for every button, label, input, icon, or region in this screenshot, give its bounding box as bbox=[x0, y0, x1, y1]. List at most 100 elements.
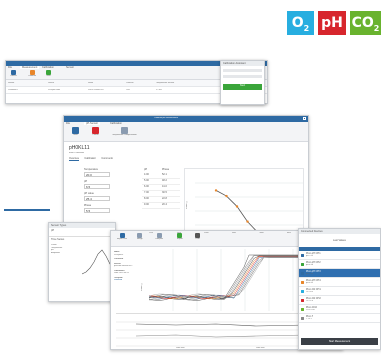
sensor-types-window: Sensor Types pH Time Series Phase Temper… bbox=[48, 222, 116, 302]
device-value: pH 6.95 bbox=[306, 282, 314, 285]
close-icon[interactable] bbox=[303, 117, 306, 120]
comment-text[interactable]: Enter a comment bbox=[69, 152, 84, 155]
list-item[interactable]: Pico-pH CH1 pH 7.05 bbox=[299, 251, 380, 260]
tab-file[interactable]: File bbox=[66, 122, 70, 125]
x-axis-label: Date time bbox=[256, 346, 265, 349]
tab-calibration[interactable]: Calibration bbox=[42, 66, 54, 69]
tab-file[interactable]: File bbox=[8, 66, 12, 69]
cancel-icon bbox=[92, 127, 99, 134]
cancel-button[interactable]: Cancel bbox=[92, 127, 99, 137]
status-dot bbox=[301, 289, 304, 293]
list-item[interactable]: Pico-O2 CH1 O2 20.9 bbox=[299, 287, 380, 296]
status-dot bbox=[301, 262, 304, 266]
ph-input[interactable]: 6.5 bbox=[84, 184, 110, 189]
tab-calibration[interactable]: Calibration bbox=[110, 122, 122, 125]
temperature-label: Temperature bbox=[84, 168, 99, 171]
calibration-point[interactable] bbox=[214, 189, 218, 192]
spectra-chart bbox=[148, 249, 319, 311]
table-cell: 41.0 bbox=[162, 185, 167, 188]
calibration-table: pH Phase 4.00 52.1 5.00 48.2 6.00 41.0 7.00 30.… bbox=[142, 168, 180, 214]
phase-label: Phase bbox=[84, 204, 92, 207]
subtab-overview[interactable]: Overview bbox=[69, 157, 80, 161]
list-item[interactable]: Pico-O2 CH2 O2 21.0 bbox=[299, 296, 380, 305]
time-series-chart bbox=[116, 321, 316, 347]
calibration-point[interactable] bbox=[246, 220, 249, 223]
ribbon: File pH-Sensor Calibration Save Cancel T… bbox=[64, 122, 308, 142]
calibration-point[interactable] bbox=[235, 205, 239, 208]
device-value: pH 7.05 bbox=[306, 255, 314, 258]
status-dot bbox=[301, 280, 304, 284]
import-data-button[interactable]: Import Data bbox=[117, 233, 127, 241]
tab-measurement[interactable]: Measurement bbox=[20, 66, 40, 69]
table-cell: 8.00 bbox=[144, 197, 149, 200]
legend-list: Phase Temperature pH Amplitude bbox=[51, 244, 63, 254]
list-item[interactable]: Pico-T T 25.1 bbox=[299, 314, 380, 323]
subtab-calibration[interactable]: Calibration bbox=[84, 157, 96, 161]
table-cell: 7.00 bbox=[144, 191, 149, 194]
o2-logo: O2 bbox=[287, 11, 314, 35]
field-panel: Temperature 20.0 pH 6.5 pH value 25.4 Ph… bbox=[70, 168, 134, 228]
time-series-panel: Date time Date time bbox=[116, 313, 316, 349]
table-cell: 20.4 bbox=[162, 203, 167, 206]
sensor-type-value[interactable]: pH bbox=[49, 228, 115, 233]
table-cell: 48.2 bbox=[162, 179, 167, 182]
x-axis-label: Date time bbox=[176, 346, 185, 349]
save-icon bbox=[72, 127, 79, 134]
tab-sensor[interactable]: Sensor bbox=[66, 66, 74, 69]
next-button[interactable]: Next bbox=[223, 84, 262, 90]
info-panel: Name Pico-pH01 Comment Sensor pH-Flow sens… bbox=[114, 251, 133, 281]
device-value: T 25.1 bbox=[306, 318, 312, 321]
table-cell: 5.00 bbox=[144, 179, 149, 182]
ph-value-label: pH value bbox=[84, 192, 94, 195]
start-measurement-button[interactable]: Start Measurement bbox=[301, 338, 378, 345]
divider bbox=[4, 209, 50, 211]
calibrate-button[interactable]: Calibrate bbox=[28, 70, 36, 78]
status-dot bbox=[301, 307, 304, 311]
calibration-assistant-panel: Calibration Assistant Next bbox=[220, 60, 265, 105]
list-item[interactable]: Pico-pH CH2 pH 6.98 bbox=[299, 260, 380, 269]
table-cell: 9.00 bbox=[144, 203, 149, 206]
start-button[interactable]: Start bbox=[46, 70, 51, 78]
sensor-id: pH0KL11 bbox=[69, 145, 90, 151]
status-dot bbox=[301, 271, 304, 275]
calibration-point[interactable] bbox=[225, 194, 228, 198]
phase-input[interactable]: 5.5 bbox=[84, 208, 110, 213]
list-item[interactable]: Pico-pH CH4 pH 6.95 bbox=[299, 278, 380, 287]
save-button[interactable]: Save bbox=[72, 127, 79, 137]
mini-chart bbox=[82, 249, 113, 275]
table-cell: 4.00 bbox=[144, 173, 149, 176]
ph-value-input[interactable]: 25.4 bbox=[84, 196, 110, 201]
status-dot bbox=[301, 253, 304, 257]
panel-subtitle: Last Values bbox=[333, 239, 346, 242]
tab-ph-sensor[interactable]: pH-Sensor bbox=[84, 122, 100, 125]
thermometer-icon bbox=[120, 127, 128, 134]
subtabs: Overview Calibration Comments bbox=[69, 157, 113, 161]
device-value: pH 7.12 bbox=[306, 273, 314, 276]
device-panel: Connected Devices Last Values Pico-pH CH… bbox=[298, 228, 381, 350]
device-list: Pico-pH CH1 pH 7.05 Pico-pH CH2 pH 6.98 Pico… bbox=[299, 251, 380, 335]
list-item[interactable]: Pico-CO2 CO2 0.04 bbox=[299, 305, 380, 314]
table-cell: 30.5 bbox=[162, 191, 167, 194]
panel-title: Connected Devices bbox=[299, 229, 380, 234]
device-value: O2 20.9 bbox=[306, 291, 314, 294]
connect-button[interactable]: Connect bbox=[10, 70, 17, 78]
table-cell: 22.8 bbox=[162, 197, 167, 200]
merge-button[interactable]: Merge bbox=[137, 233, 143, 241]
y-axis-label: Phase [°] bbox=[141, 282, 143, 291]
top-axis: 1000200030004000500060007000 bbox=[149, 232, 319, 234]
device-value: CO2 0.04 bbox=[306, 309, 315, 312]
status-dot bbox=[301, 298, 304, 302]
device-value: O2 21.0 bbox=[306, 300, 314, 303]
ph-label: pH bbox=[84, 180, 88, 183]
ph-logo: pH bbox=[318, 11, 346, 35]
subtab-comments[interactable]: Comments bbox=[101, 157, 113, 161]
table-row[interactable]: 9.00 20.4 bbox=[142, 203, 180, 209]
status-dot bbox=[301, 316, 304, 320]
temperature-compensation-button[interactable]: Temperature Compensation bbox=[112, 127, 137, 137]
list-item[interactable]: Pico-pH CH3 pH 7.12 bbox=[299, 269, 380, 278]
co2-logo: CO 2 bbox=[350, 11, 381, 35]
panel-title: Calibration Assistant bbox=[221, 61, 264, 66]
spectra-chart-svg bbox=[148, 249, 319, 311]
temperature-input[interactable]: 20.0 bbox=[84, 172, 110, 177]
table-cell: 52.1 bbox=[162, 173, 167, 176]
